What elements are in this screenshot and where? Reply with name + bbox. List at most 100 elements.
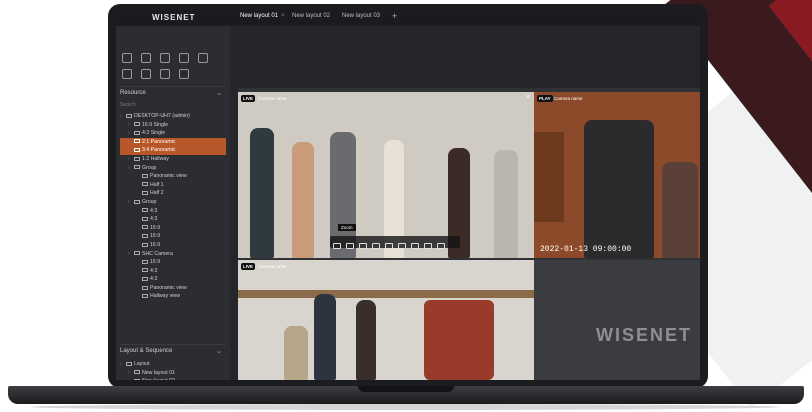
tab-layout-03[interactable]: New layout 03: [342, 13, 380, 19]
video-tile[interactable]: LIVE Camera name × Zoom: [238, 92, 534, 258]
tree-item[interactable]: › 4:3 Single: [120, 129, 226, 138]
chevron-down-icon[interactable]: ⌄: [216, 347, 222, 355]
tree-item-label: 4:3: [150, 276, 158, 283]
camera-icon: [142, 190, 148, 195]
chevron-down-icon[interactable]: ⌄: [216, 89, 222, 97]
camera-icon[interactable]: [122, 53, 132, 63]
camera-icon: [142, 276, 148, 281]
info-icon[interactable]: [437, 243, 445, 249]
playback-icon[interactable]: [372, 243, 380, 249]
tree-item[interactable]: 4:3: [120, 207, 226, 216]
tree-item[interactable]: › 1:2 Hallway: [120, 155, 226, 164]
tree-item-label: 4:3: [150, 267, 158, 274]
close-icon[interactable]: ×: [281, 13, 285, 19]
tree-item-label: 16:9: [150, 233, 161, 240]
camera-icon: [142, 233, 148, 238]
section-title: Layout & Sequence: [120, 348, 173, 354]
tab-label: New layout 03: [342, 13, 381, 19]
gear-icon[interactable]: [141, 53, 151, 63]
video-tile[interactable]: PLAY Camera name 2022-01-13 09:00:00: [534, 92, 700, 258]
resource-section-header[interactable]: Resource ⌄: [120, 86, 226, 102]
tile-toolbar: [330, 236, 460, 249]
tree-item[interactable]: 4:3: [120, 275, 226, 284]
tree-item[interactable]: Panoramic view: [120, 172, 226, 181]
tree-item[interactable]: 16:9: [120, 241, 226, 250]
capture-icon[interactable]: [398, 243, 406, 249]
tree-item[interactable]: Half 2: [120, 189, 226, 198]
tree-item-label: Group: [142, 198, 157, 205]
tree-item[interactable]: › Group: [120, 198, 226, 207]
camera-icon: [134, 139, 140, 144]
tree-item[interactable]: › 16:9 Single: [120, 121, 226, 130]
tree-item-label: 16:9: [150, 259, 161, 266]
laptop-base: [8, 386, 804, 404]
tree-item[interactable]: 16:9: [120, 258, 226, 267]
tree-item[interactable]: 16:9: [120, 224, 226, 233]
camera-icon: [142, 208, 148, 213]
tab-layout-02[interactable]: New layout 02: [292, 13, 330, 19]
section-title: Resource: [120, 90, 146, 96]
move-icon[interactable]: [333, 243, 341, 249]
zoom-icon[interactable]: [359, 243, 367, 249]
camera-icon: [134, 156, 140, 161]
layout-icon[interactable]: [179, 69, 189, 79]
tree-item[interactable]: Panoramic view: [120, 284, 226, 293]
video-tile[interactable]: LIVE Camera name: [238, 260, 534, 380]
camera-icon: [142, 182, 148, 187]
tree-item-label: 4:3: [150, 216, 158, 223]
tree-item-label: 16:9 Single: [142, 121, 168, 128]
tab-label: New layout 01: [240, 13, 279, 19]
tree-item-label: 3:4 Panoramic: [142, 147, 176, 154]
camera-name: Camera name: [554, 96, 583, 101]
brand-watermark: WISENET: [595, 325, 692, 345]
toolbar-row-1: [122, 50, 226, 63]
timestamp: 2022-01-13 09:00:00: [540, 245, 632, 254]
fullscreen-icon[interactable]: [122, 69, 132, 79]
speaker-icon[interactable]: [198, 53, 208, 63]
tooltip: Zoom: [338, 224, 356, 231]
tree-item[interactable]: › 3:4 Panoramic: [120, 146, 226, 155]
settings-icon[interactable]: [385, 243, 393, 249]
home-icon[interactable]: [179, 53, 189, 63]
tree-item[interactable]: Hallway view: [120, 292, 226, 301]
title-bar: WISENET New layout 01 × New layout 02 New…: [116, 10, 700, 26]
camera-icon: [142, 294, 148, 299]
play-badge: PLAY: [537, 95, 553, 102]
tree-item[interactable]: › New layout 01: [120, 369, 226, 378]
tree-item[interactable]: ›New layout 02: [120, 377, 226, 380]
camera-name: Camera name: [258, 264, 287, 269]
export-icon[interactable]: [160, 69, 170, 79]
tree-item[interactable]: 4:3: [120, 215, 226, 224]
tree-item-label: Half 2: [150, 190, 164, 197]
tree-item[interactable]: › DESKTOP-UH7 (admin): [120, 112, 226, 121]
camera-name: Camera name: [258, 96, 287, 101]
tree-item[interactable]: 4:3: [120, 267, 226, 276]
layout-section-header[interactable]: Layout & Sequence ⌄: [120, 344, 226, 360]
empty-tile[interactable]: WISENET: [534, 260, 700, 380]
tree-item-label: 1:2 Hallway: [142, 155, 169, 162]
tree-item[interactable]: Half 1: [120, 181, 226, 190]
layout-tree: ›Layout›New layout 01›New layout 02: [120, 360, 226, 380]
record-icon[interactable]: [411, 243, 419, 249]
tree-item[interactable]: › Group: [120, 164, 226, 173]
camera-icon: [142, 216, 148, 221]
tab-layout-01[interactable]: New layout 01 ×: [240, 13, 285, 19]
monitor-icon[interactable]: [160, 53, 170, 63]
fullscreen-icon[interactable]: [424, 243, 432, 249]
close-icon[interactable]: ×: [526, 94, 530, 101]
app-logo: WISENET: [152, 13, 196, 22]
tree-item[interactable]: › 2:1 Panoramic: [120, 137, 226, 147]
search-input[interactable]: Search: [120, 102, 224, 110]
toolbar-row-2: [122, 66, 226, 79]
tree-item-label: New layout 01: [142, 369, 175, 376]
layout-icon: [134, 370, 140, 375]
tree-item[interactable]: › SHC Camera: [120, 250, 226, 259]
speaker-icon[interactable]: [346, 243, 354, 249]
layout-icon: [134, 378, 140, 380]
tree-item[interactable]: › Layout: [120, 360, 226, 369]
add-tab-button[interactable]: +: [392, 11, 397, 21]
window-icon[interactable]: [141, 69, 151, 79]
tree-item[interactable]: 16:9: [120, 232, 226, 241]
video-grid: LIVE Camera name × Zoom PLAY Camera name…: [238, 88, 700, 380]
app-window: WISENET New layout 01 × New layout 02 New…: [116, 10, 700, 380]
